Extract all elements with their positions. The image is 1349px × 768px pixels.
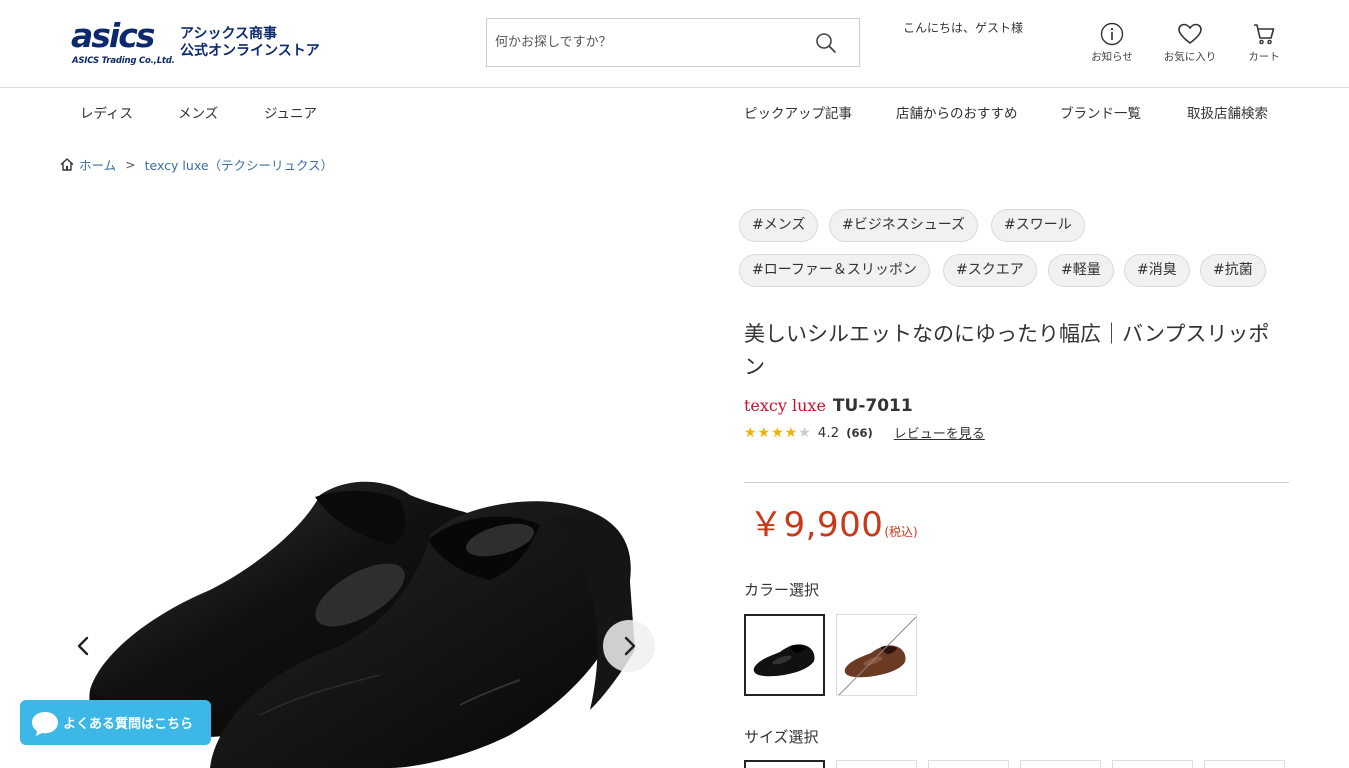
shoe-thumbnail-black [753, 644, 815, 677]
star-rating-icon: ★★★★★ [744, 424, 812, 441]
rating-value: 4.2 [817, 424, 840, 441]
size-option[interactable] [928, 760, 1009, 768]
tag-antibacterial[interactable]: #抗菌 [1200, 254, 1266, 287]
nav-store-recommend[interactable]: 店舗からのおすすめ [896, 102, 1018, 122]
search-icon[interactable] [815, 32, 837, 54]
faq-label: よくある質問はこちら [63, 717, 194, 732]
size-option[interactable] [744, 760, 825, 768]
size-option[interactable] [1112, 760, 1193, 768]
chevron-right-icon [624, 636, 636, 656]
model-number: TU-7011 [832, 396, 913, 416]
view-reviews-link[interactable]: レビューを見る [894, 423, 985, 442]
breadcrumb-separator: > [125, 157, 136, 172]
product-title: 美しいシルエットなのにゆったり幅広｜バンプスリッポン [744, 322, 1270, 379]
cart-icon [1254, 24, 1275, 45]
size-option[interactable] [1204, 760, 1285, 768]
tag-square[interactable]: #スクエア [943, 254, 1037, 287]
nav-brand-list[interactable]: ブランド一覧 [1060, 102, 1141, 122]
tag-swirl[interactable]: #スワール [991, 209, 1085, 242]
price-value: ￥9,900 [749, 505, 884, 545]
divider [744, 482, 1289, 483]
color-swatch-black[interactable] [744, 614, 825, 696]
prev-image-button[interactable] [70, 632, 98, 660]
logo-jp-line2: 公式オンラインストア [180, 43, 320, 59]
news-label: お知らせ [1091, 51, 1133, 63]
logo-japanese-text: アシックス商事 公式オンラインストア [180, 26, 320, 60]
greeting-text: こんにちは、ゲスト様 [903, 21, 1024, 35]
favorites-button[interactable]: お気に入り [1160, 22, 1220, 64]
shoe-thumbnail-brown [838, 616, 916, 695]
size-option[interactable] [836, 760, 917, 768]
asics-logo[interactable]: asics ASICS Trading Co.,Ltd. アシックス商事 公式オ… [70, 18, 320, 70]
nav-pickup-articles[interactable]: ピックアップ記事 [744, 102, 852, 122]
nav-ladies[interactable]: レディス [80, 102, 133, 122]
logo-jp-line1: アシックス商事 [180, 26, 278, 42]
logo-wordmark: asics [71, 16, 155, 55]
brand-name[interactable]: texcy luxe [744, 396, 826, 415]
tag-business-shoes[interactable]: #ビジネスシューズ [829, 209, 979, 242]
site-header: asics ASICS Trading Co.,Ltd. アシックス商事 公式オ… [0, 0, 1349, 88]
search-box [486, 18, 860, 67]
home-icon [60, 158, 74, 171]
logo-company: ASICS Trading Co.,Ltd. [72, 56, 175, 66]
tag-loafer-slipon[interactable]: #ローファー＆スリッポン [739, 254, 930, 287]
heart-icon [1178, 23, 1202, 45]
rating-count: (66) [846, 425, 873, 440]
tag-lightweight[interactable]: #軽量 [1048, 254, 1114, 287]
price-tax-note: (税込) [884, 525, 918, 539]
cart-button[interactable]: カート [1234, 22, 1294, 64]
product-rating: ★★★★★ 4.2 (66) レビューを見る [744, 423, 985, 443]
nav-store-search[interactable]: 取扱店舗検索 [1187, 102, 1268, 122]
breadcrumb: ホーム > texcy luxe（テクシーリュクス） [60, 155, 333, 174]
tag-deodorant[interactable]: #消臭 [1124, 254, 1190, 287]
nav-mens[interactable]: メンズ [178, 102, 218, 122]
color-select-label: カラー選択 [744, 581, 820, 599]
size-option[interactable] [1020, 760, 1101, 768]
color-swatch-brown-sold-out[interactable] [836, 614, 917, 696]
favorites-label: お気に入り [1163, 51, 1217, 63]
breadcrumb-current[interactable]: texcy luxe（テクシーリュクス） [145, 155, 334, 174]
info-icon [1100, 22, 1124, 46]
nav-junior[interactable]: ジュニア [264, 102, 317, 122]
product-brand-line: texcy luxe TU-7011 [744, 396, 913, 416]
faq-button[interactable]: よくある質問はこちら [20, 700, 211, 745]
tag-mens[interactable]: #メンズ [739, 209, 819, 242]
search-input[interactable] [495, 19, 805, 66]
next-image-button[interactable] [603, 620, 655, 672]
news-button[interactable]: お知らせ [1082, 22, 1142, 64]
product-image[interactable] [60, 195, 660, 768]
chat-bubble-icon [32, 712, 58, 736]
breadcrumb-home[interactable]: ホーム [79, 155, 116, 174]
size-select-label: サイズ選択 [744, 728, 819, 746]
chevron-left-icon [77, 636, 89, 656]
cart-label: カート [1248, 51, 1280, 63]
product-image-gallery [60, 195, 660, 768]
asics-logo-mark: asics ASICS Trading Co.,Ltd. [70, 16, 175, 68]
product-price: ￥9,900 (税込) [749, 497, 918, 546]
